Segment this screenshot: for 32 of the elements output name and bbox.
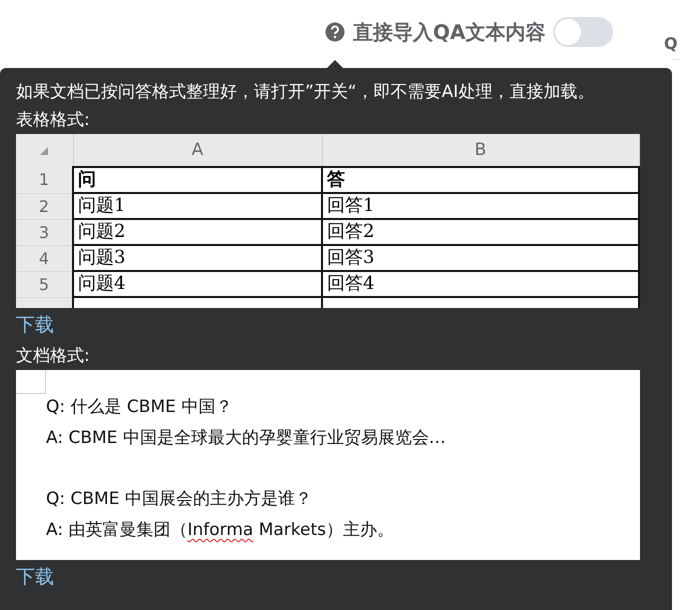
- row-number: 2: [16, 193, 73, 219]
- download-link[interactable]: 下载: [16, 560, 54, 594]
- column-header: A: [73, 134, 322, 167]
- answer-line: A: 由英富曼集团（Informa Markets）主办。: [46, 519, 394, 542]
- table-cell: 问题3: [73, 245, 322, 271]
- column-header: B: [322, 134, 639, 167]
- section-label: 表格格式:: [16, 109, 90, 132]
- table-cell: 回答1: [322, 193, 639, 219]
- row-number: 1: [16, 167, 73, 193]
- table-cell: 问: [73, 167, 322, 193]
- table-cell: 回答2: [322, 219, 639, 245]
- table-cell: 回答4: [322, 271, 639, 297]
- download-link[interactable]: 下载: [16, 308, 54, 342]
- row-number: 5: [16, 271, 73, 297]
- section-label: 文档格式:: [16, 345, 90, 368]
- corner-icon: [16, 134, 73, 167]
- table-cell: 回答3: [322, 245, 639, 271]
- table-cell: 问题2: [73, 219, 322, 245]
- help-icon[interactable]: [325, 22, 345, 42]
- row-number: 4: [16, 245, 73, 271]
- question-line: Q: CBME 中国展会的主办方是谁？: [46, 488, 312, 511]
- table-cell: 答: [322, 167, 639, 193]
- toggle-switch[interactable]: [553, 17, 614, 47]
- table-cell: 问题4: [73, 271, 322, 297]
- question-line: Q: 什么是 CBME 中国？: [46, 396, 232, 419]
- answer-line: A: CBME 中国是全球最大的孕婴童行业贸易展览会…: [46, 427, 446, 450]
- row-number: 3: [16, 219, 73, 245]
- intro-text: 如果文档已按问答格式整理好，请打开”开关“，即不需要AI处理，直接加载。: [16, 81, 594, 104]
- table-cell: 问题1: [73, 193, 322, 219]
- page-corner-mark: [16, 370, 46, 394]
- tab-label[interactable]: Q: [664, 34, 678, 53]
- toggle-label: 直接导入QA文本内容: [353, 18, 546, 46]
